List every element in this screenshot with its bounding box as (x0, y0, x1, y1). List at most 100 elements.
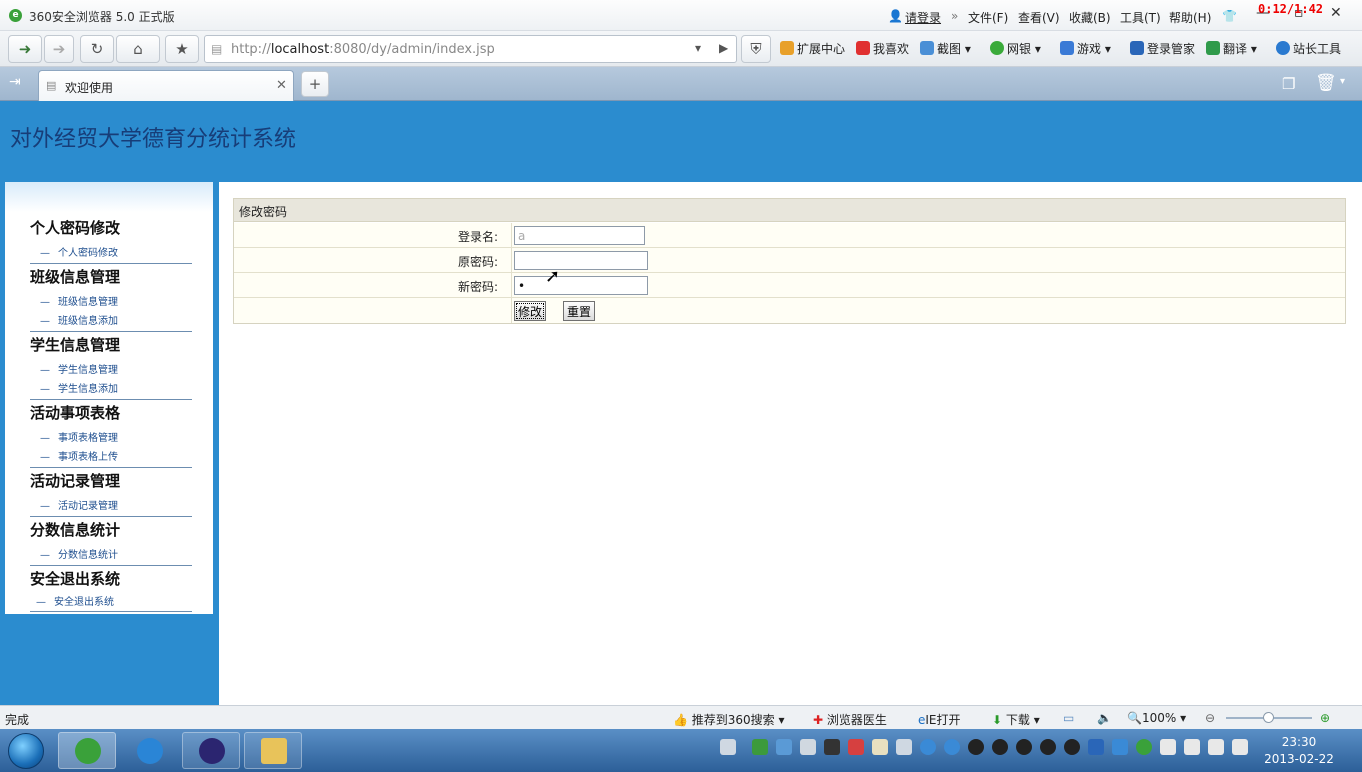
close-window-icon[interactable]: ✕ (1330, 5, 1342, 21)
zoom-out-icon[interactable]: ⊖ (1205, 711, 1215, 725)
qq-icon[interactable] (1016, 739, 1032, 755)
menu-file[interactable]: 文件(F) (968, 9, 1008, 26)
sidebar-link-form-upload[interactable]: 事项表格上传 (40, 448, 118, 463)
page-icon: ▤ (46, 79, 57, 92)
ie-open-button[interactable]: eIE打开 (918, 711, 961, 728)
recording-timer: 0:12/1:42 (1258, 2, 1324, 16)
taskbar-ie[interactable] (120, 732, 178, 769)
menu-tools[interactable]: 工具(T) (1120, 9, 1161, 26)
sidebar-link-change-password[interactable]: 个人密码修改 (40, 244, 118, 259)
url-dropdown-icon[interactable]: ▾ (695, 41, 701, 55)
zoom-slider-handle[interactable] (1263, 712, 1274, 723)
sidebar-link-student-manage[interactable]: 学生信息管理 (40, 361, 118, 376)
qq-icon[interactable] (968, 739, 984, 755)
menu-favorites[interactable]: 收藏(B) (1069, 9, 1111, 26)
login-manager-button[interactable]: 登录管家 (1130, 40, 1195, 57)
submit-button[interactable]: 修改 (514, 301, 547, 321)
tray-icon[interactable] (920, 739, 936, 755)
screenshot-button[interactable]: 截图 ▾ (920, 40, 971, 57)
home-icon[interactable]: ⌂ (116, 35, 160, 63)
sidebar-link-activity-records[interactable]: 活动记录管理 (40, 497, 118, 512)
games-button[interactable]: 游戏 ▾ (1060, 40, 1111, 57)
my-likes-button[interactable]: 我喜欢 (856, 40, 909, 57)
cell-divider (511, 298, 512, 323)
speaker-icon[interactable]: 🔈 (1097, 711, 1112, 725)
shield-icon[interactable] (1112, 739, 1128, 755)
download-button[interactable]: ⬇ 下载 ▾ (992, 711, 1040, 728)
divider (30, 399, 192, 400)
skin-shirt-icon[interactable]: 👕 (1222, 9, 1237, 23)
sidebar-link-class-manage[interactable]: 班级信息管理 (40, 293, 118, 308)
keyboard-icon[interactable] (720, 739, 736, 755)
table-row: 新密码: (234, 273, 1345, 298)
clock[interactable]: 23:30 2013-02-22 (1264, 734, 1334, 768)
tray-icon[interactable] (824, 739, 840, 755)
taskbar-explorer[interactable] (244, 732, 302, 769)
new-password-input[interactable] (514, 276, 648, 295)
favorite-star-icon[interactable]: ★ (165, 35, 199, 63)
taskbar-360-browser[interactable] (58, 732, 116, 769)
login-name-input[interactable] (514, 226, 645, 245)
qq-icon[interactable] (1064, 739, 1080, 755)
sidebar-menu: 个人密码修改 个人密码修改 班级信息管理 班级信息管理 班级信息添加 学生信息管… (5, 182, 213, 614)
tray-icon[interactable] (752, 739, 768, 755)
sidebar-link-score-stats[interactable]: 分数信息统计 (40, 546, 118, 561)
divider (30, 611, 192, 612)
qq-icon[interactable] (992, 739, 1008, 755)
eclipse-icon (199, 738, 225, 764)
tray-icon[interactable] (776, 739, 792, 755)
sidebar-section-title: 学生信息管理 (30, 336, 121, 354)
tray-icon[interactable] (800, 739, 816, 755)
address-bar[interactable]: ▤ http://localhost:8080/dy/admin/index.j… (204, 35, 737, 63)
sidebar-link-logout[interactable]: 安全退出系统 (36, 593, 114, 608)
tab-welcome[interactable]: ▤ 欢迎使用 ✕ (38, 70, 294, 101)
chevron-down-icon[interactable]: ▾ (1340, 76, 1345, 87)
sidebar-link-form-manage[interactable]: 事项表格管理 (40, 429, 118, 444)
taskbar-eclipse[interactable] (182, 732, 240, 769)
restore-tabs-icon[interactable]: ❐ (1282, 75, 1295, 93)
sidebar-link-student-add[interactable]: 学生信息添加 (40, 380, 118, 395)
tray-icon[interactable] (872, 739, 888, 755)
translate-button[interactable]: 翻译 ▾ (1206, 40, 1257, 57)
sidebar-link-class-add[interactable]: 班级信息添加 (40, 312, 118, 327)
power-icon[interactable] (1184, 739, 1200, 755)
volume-icon[interactable] (1208, 739, 1224, 755)
menu-help[interactable]: 帮助(H) (1169, 9, 1211, 26)
shield-icon[interactable]: ⛨ (741, 35, 771, 63)
old-password-input[interactable] (514, 251, 648, 270)
window-icon[interactable]: ▭ (1063, 711, 1074, 725)
clock-time: 23:30 (1281, 735, 1317, 749)
cell-divider (511, 273, 512, 297)
zoom-control[interactable]: 🔍100% ▾ (1127, 711, 1186, 725)
new-tab-plus-icon[interactable]: + (301, 71, 329, 97)
divider (30, 565, 192, 566)
menu-view[interactable]: 查看(V) (1018, 9, 1060, 26)
go-icon[interactable]: ▶ (719, 41, 728, 55)
reset-button[interactable]: 重置 (563, 301, 596, 321)
trash-icon[interactable]: 🗑 (1315, 73, 1337, 93)
online-banking-button[interactable]: 网银 ▾ (990, 40, 1041, 57)
login-link[interactable]: 请登录 (905, 9, 941, 26)
360-guard-icon[interactable] (1136, 739, 1152, 755)
zoom-in-icon[interactable]: ⊕ (1320, 711, 1330, 725)
page-title: 对外经贸大学德育分统计系统 (10, 127, 297, 152)
refresh-icon[interactable]: ↻ (80, 35, 114, 63)
flag-icon[interactable] (1160, 739, 1176, 755)
tray-icon[interactable] (944, 739, 960, 755)
start-button-icon[interactable] (8, 733, 44, 769)
recommend-360-search-button[interactable]: 👍 推荐到360搜索 ▾ (673, 711, 785, 728)
tray-icon[interactable] (1088, 739, 1104, 755)
url-text[interactable]: http://localhost:8080/dy/admin/index.jsp (231, 42, 495, 57)
tray-icon[interactable] (896, 739, 912, 755)
browser-doctor-button[interactable]: ✚ 浏览器医生 (813, 711, 887, 728)
back-icon[interactable]: ➜ (8, 35, 42, 63)
extension-center-button[interactable]: 扩展中心 (780, 40, 845, 57)
user-icon[interactable]: 👤 (888, 9, 903, 23)
webmaster-tools-button[interactable]: 站长工具 (1276, 40, 1341, 57)
close-tab-icon[interactable]: ✕ (276, 78, 287, 93)
tray-icon[interactable] (848, 739, 864, 755)
forward-icon[interactable]: ➔ (44, 35, 74, 63)
qq-icon[interactable] (1040, 739, 1056, 755)
network-icon[interactable] (1232, 739, 1248, 755)
sidebar-toggle-icon[interactable]: ⇥ (9, 74, 21, 90)
